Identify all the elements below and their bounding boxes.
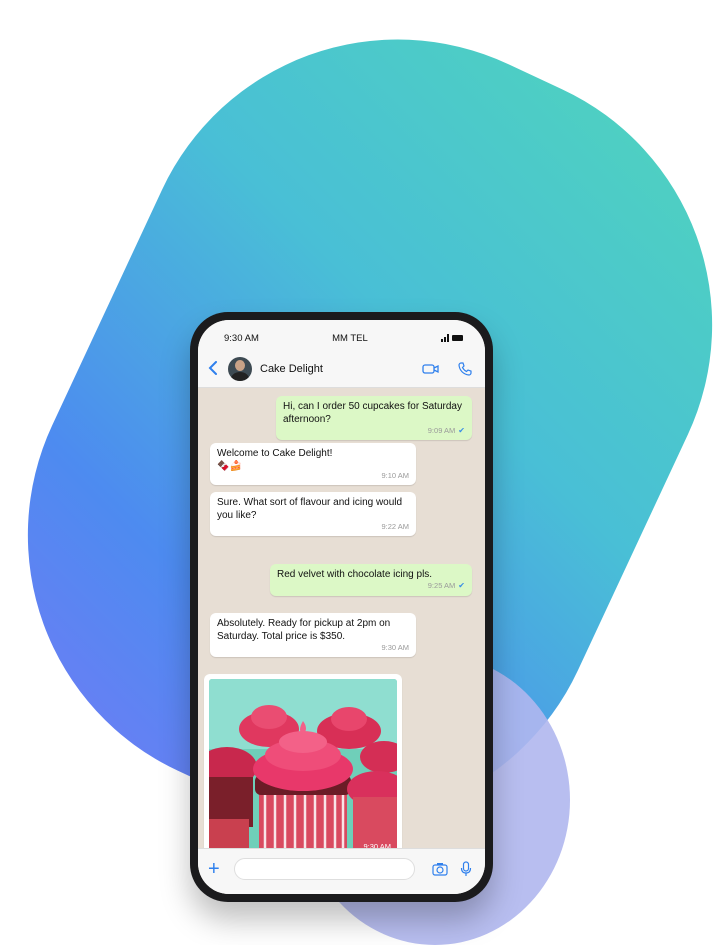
back-arrow-icon[interactable] (208, 359, 222, 379)
avatar[interactable] (228, 356, 252, 381)
status-bar: 9:30 AM MM TEL (198, 320, 485, 350)
message-bubble-outgoing[interactable]: Red velvet with chocolate icing pls. 9:2… (270, 564, 472, 596)
message-text: Sure. What sort of flavour and icing wou… (217, 497, 403, 521)
message-text: Hi, can I order 50 cupcakes for Saturday… (283, 401, 462, 425)
message-time: 9:25 AM ✔ (428, 580, 465, 593)
contact-name[interactable]: Cake Delight (260, 363, 407, 375)
message-time: 9:09 AM ✔ (428, 425, 465, 438)
message-timestamp: 9:22 AM (381, 521, 409, 531)
chat-area: Hi, can I order 50 cupcakes for Saturday… (198, 388, 485, 860)
message-text: Welcome to Cake Delight! (217, 448, 333, 459)
phone-call-icon[interactable] (455, 361, 475, 377)
plus-icon[interactable]: + (208, 859, 226, 879)
message-bubble-photo[interactable]: 9:30 AM (204, 674, 402, 860)
message-time: 9:22 AM (381, 521, 409, 534)
microphone-icon[interactable] (457, 860, 475, 878)
chat-header: Cake Delight (198, 350, 485, 388)
read-tick-icon: ✔ (458, 581, 465, 590)
message-text: Absolutely. Ready for pickup at 2pm on S… (217, 618, 391, 642)
read-tick-icon: ✔ (458, 425, 465, 435)
message-bubble-incoming[interactable]: Sure. What sort of flavour and icing wou… (210, 492, 416, 536)
message-bubble-incoming[interactable]: Welcome to Cake Delight! 🍫🍰 9:10 AM (210, 443, 416, 485)
message-timestamp: 9:30 AM (381, 642, 409, 652)
cupcake-photo-illustration (209, 679, 397, 855)
status-indicators (440, 334, 463, 342)
message-emoji: 🍫🍰 (217, 460, 242, 472)
message-bubble-incoming[interactable]: Absolutely. Ready for pickup at 2pm on S… (210, 613, 416, 657)
message-time: 9:10 AM (381, 470, 409, 483)
message-bubble-outgoing[interactable]: Hi, can I order 50 cupcakes for Saturday… (276, 396, 472, 440)
cupcake-photo[interactable]: 9:30 AM (209, 679, 397, 855)
battery-icon (451, 335, 463, 341)
status-carrier: MM TEL (332, 332, 368, 344)
phone-screen: 9:30 AM MM TEL Cake Delight Hi, can I or… (198, 320, 485, 894)
message-text: Red velvet with chocolate icing pls. (277, 569, 433, 580)
message-composer: + (198, 848, 485, 894)
video-call-icon[interactable] (421, 361, 441, 377)
message-time: 9:30 AM (381, 642, 409, 655)
message-timestamp: 9:25 AM (427, 581, 456, 590)
message-timestamp: 9:09 AM (427, 425, 456, 435)
message-input[interactable] (234, 857, 415, 880)
status-time: 9:30 AM (224, 332, 259, 344)
phone-frame: 9:30 AM MM TEL Cake Delight Hi, can I or… (190, 312, 493, 902)
camera-icon[interactable] (431, 860, 449, 878)
message-timestamp: 9:10 AM (381, 470, 409, 480)
signal-icon (440, 334, 449, 342)
